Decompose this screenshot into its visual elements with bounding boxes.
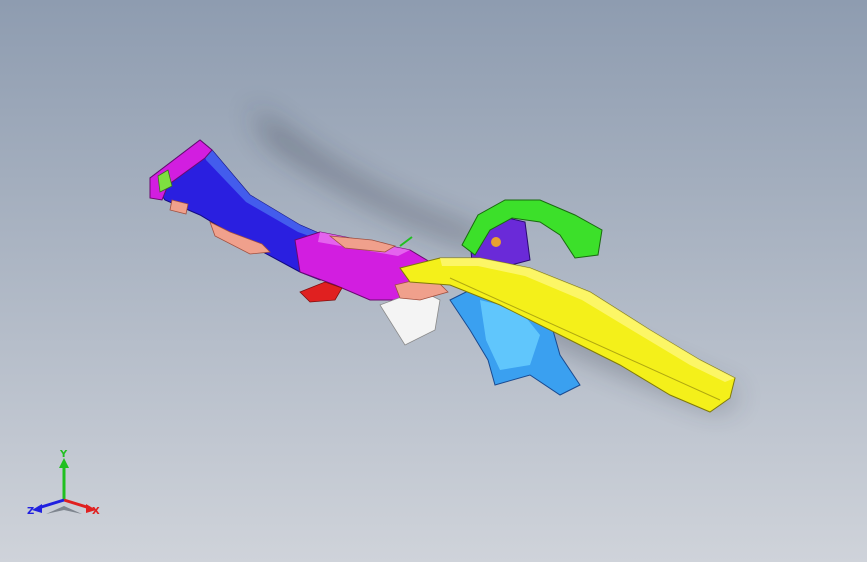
y-axis-label: Y (59, 449, 68, 460)
orange-bolt (491, 237, 501, 247)
z-axis-label: Z (27, 506, 34, 517)
cad-viewport[interactable]: Y X Z (0, 0, 867, 562)
triad-base (46, 506, 82, 514)
x-axis-label: X (92, 506, 100, 517)
assembly-model[interactable] (0, 0, 867, 562)
green-pin (399, 236, 413, 247)
coordinate-triad[interactable]: Y X Z (24, 448, 104, 528)
